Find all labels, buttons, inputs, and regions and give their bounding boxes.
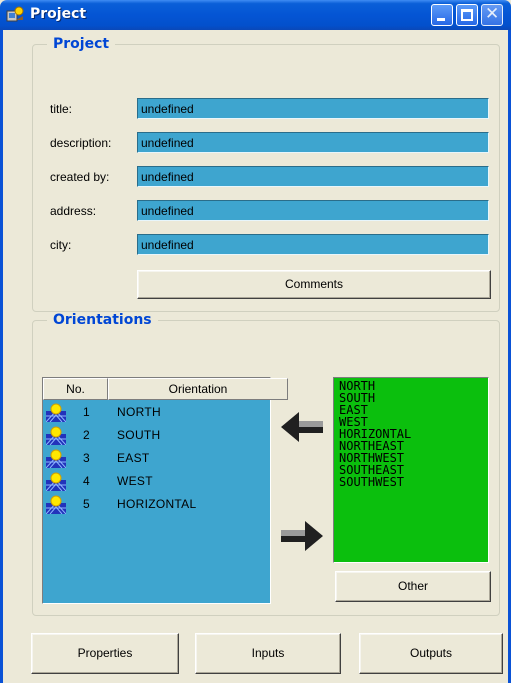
maximize-icon xyxy=(461,9,473,21)
available-orientations-list[interactable]: NORTH SOUTH EAST WEST HORIZONTAL NORTHEA… xyxy=(333,377,489,563)
arrow-right-icon[interactable] xyxy=(277,511,327,561)
window-title: Project xyxy=(30,6,87,22)
close-icon: ✕ xyxy=(485,4,500,24)
row-number: 3 xyxy=(83,451,90,465)
properties-button-label: Properties xyxy=(77,646,133,660)
description-field[interactable]: undefined xyxy=(137,132,489,153)
other-button-label: Other xyxy=(397,579,428,593)
title-bar[interactable]: Project ✕ xyxy=(0,0,511,30)
title-label: title: xyxy=(50,102,73,116)
column-header-orientation[interactable]: Orientation xyxy=(108,378,288,400)
maximize-button[interactable] xyxy=(456,4,478,26)
sun-icon xyxy=(46,472,66,491)
sun-icon xyxy=(46,449,66,468)
table-row[interactable]: 4 WEST xyxy=(43,471,270,492)
inputs-button[interactable]: Inputs xyxy=(195,633,341,674)
row-number: 1 xyxy=(83,405,90,419)
row-orientation: HORIZONTAL xyxy=(117,497,197,511)
other-button[interactable]: Other xyxy=(335,571,491,602)
table-row[interactable]: 2 SOUTH xyxy=(43,425,270,446)
address-field[interactable]: undefined xyxy=(137,200,489,221)
column-header-no[interactable]: No. xyxy=(43,378,108,400)
row-number: 5 xyxy=(83,497,90,511)
city-label: city: xyxy=(50,238,72,252)
inputs-button-label: Inputs xyxy=(251,646,285,660)
row-orientation: NORTH xyxy=(117,405,161,419)
outputs-button-label: Outputs xyxy=(409,646,453,660)
table-row[interactable]: 5 HORIZONTAL xyxy=(43,494,270,515)
table-row[interactable]: 3 EAST xyxy=(43,448,270,469)
table-row[interactable]: 1 NORTH xyxy=(43,402,270,423)
project-legend: Project xyxy=(47,36,116,52)
properties-button[interactable]: Properties xyxy=(31,633,179,674)
sun-icon xyxy=(46,403,66,422)
comments-button-label: Comments xyxy=(284,277,343,291)
sun-icon xyxy=(46,426,66,445)
sun-icon xyxy=(46,495,66,514)
row-number: 2 xyxy=(83,428,90,442)
app-icon xyxy=(6,6,24,22)
orientations-legend: Orientations xyxy=(47,312,158,328)
row-number: 4 xyxy=(83,474,90,488)
minimize-button[interactable] xyxy=(431,4,453,26)
comments-button[interactable]: Comments xyxy=(137,270,491,299)
table-header: No. Orientation xyxy=(43,378,288,400)
orientations-table[interactable]: No. Orientation 1 NORTH 2 SOUTH 3 EAST 4… xyxy=(42,377,288,604)
created-by-field[interactable]: undefined xyxy=(137,166,489,187)
row-orientation: SOUTH xyxy=(117,428,161,442)
project-window: Project ✕ Project title: undefined descr… xyxy=(0,0,511,683)
city-field[interactable]: undefined xyxy=(137,234,489,255)
description-label: description: xyxy=(50,136,112,150)
outputs-button[interactable]: Outputs xyxy=(359,633,503,674)
list-item[interactable]: SOUTHWEST xyxy=(339,476,483,488)
address-label: address: xyxy=(50,204,97,218)
close-button[interactable]: ✕ xyxy=(481,4,503,26)
row-orientation: EAST xyxy=(117,451,150,465)
minimize-icon xyxy=(437,18,445,21)
row-orientation: WEST xyxy=(117,474,153,488)
arrow-left-icon[interactable] xyxy=(277,402,327,452)
created-by-label: created by: xyxy=(50,170,110,184)
title-field[interactable]: undefined xyxy=(137,98,489,119)
